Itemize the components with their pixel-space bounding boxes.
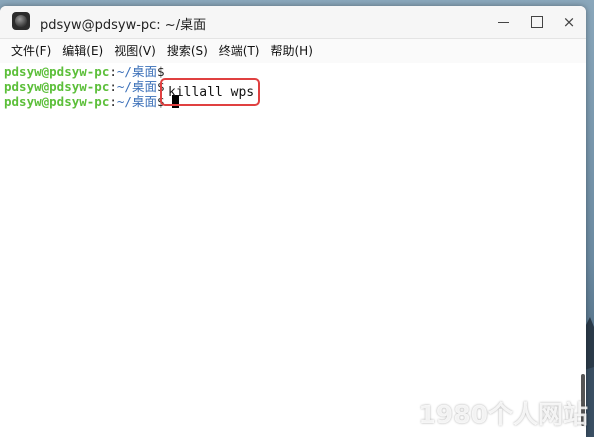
prompt-colon: : <box>109 79 117 94</box>
terminal-output[interactable]: pdsyw@pdsyw-pc:~/桌面$ pdsyw@pdsyw-pc:~/桌面… <box>0 64 586 437</box>
maximize-icon <box>531 16 543 28</box>
menu-file[interactable]: 文件(F) <box>6 39 56 63</box>
minimize-button[interactable] <box>490 10 516 34</box>
prompt-colon: : <box>109 64 117 79</box>
minimize-icon <box>497 21 509 23</box>
menu-help[interactable]: 帮助(H) <box>266 39 318 63</box>
terminal-window: pdsyw@pdsyw-pc: ~/桌面 × 文件(F) 编辑(E) 视图(V)… <box>0 6 586 437</box>
prompt-colon: : <box>109 94 117 109</box>
menu-edit[interactable]: 编辑(E) <box>57 39 108 63</box>
command-text: killall wps <box>168 85 255 100</box>
close-button[interactable]: × <box>556 10 582 34</box>
title-bar[interactable]: pdsyw@pdsyw-pc: ~/桌面 × <box>0 6 586 39</box>
prompt-path: ~/桌面 <box>116 64 157 79</box>
menu-search[interactable]: 搜索(S) <box>162 39 213 63</box>
menu-terminal[interactable]: 终端(T) <box>214 39 265 63</box>
prompt-path: ~/桌面 <box>116 94 157 109</box>
site-watermark: 1980个人网站 <box>418 400 588 429</box>
maximize-button[interactable] <box>524 10 550 34</box>
window-title: pdsyw@pdsyw-pc: ~/桌面 <box>40 18 207 33</box>
close-icon: × <box>562 13 576 31</box>
prompt-user: pdsyw@pdsyw-pc <box>4 79 110 94</box>
menu-view[interactable]: 视图(V) <box>109 39 161 63</box>
terminal-line: pdsyw@pdsyw-pc:~/桌面$ <box>0 79 586 94</box>
terminal-line: pdsyw@pdsyw-pc:~/桌面$ <box>0 64 586 79</box>
terminal-line: pdsyw@pdsyw-pc:~/桌面$ <box>0 94 586 109</box>
menu-bar: 文件(F) 编辑(E) 视图(V) 搜索(S) 终端(T) 帮助(H) <box>0 39 586 63</box>
prompt-dollar: $ <box>156 64 165 79</box>
prompt-user: pdsyw@pdsyw-pc <box>4 64 110 79</box>
terminal-app-icon <box>12 12 30 30</box>
prompt-path: ~/桌面 <box>116 79 157 94</box>
prompt-user: pdsyw@pdsyw-pc <box>4 94 110 109</box>
